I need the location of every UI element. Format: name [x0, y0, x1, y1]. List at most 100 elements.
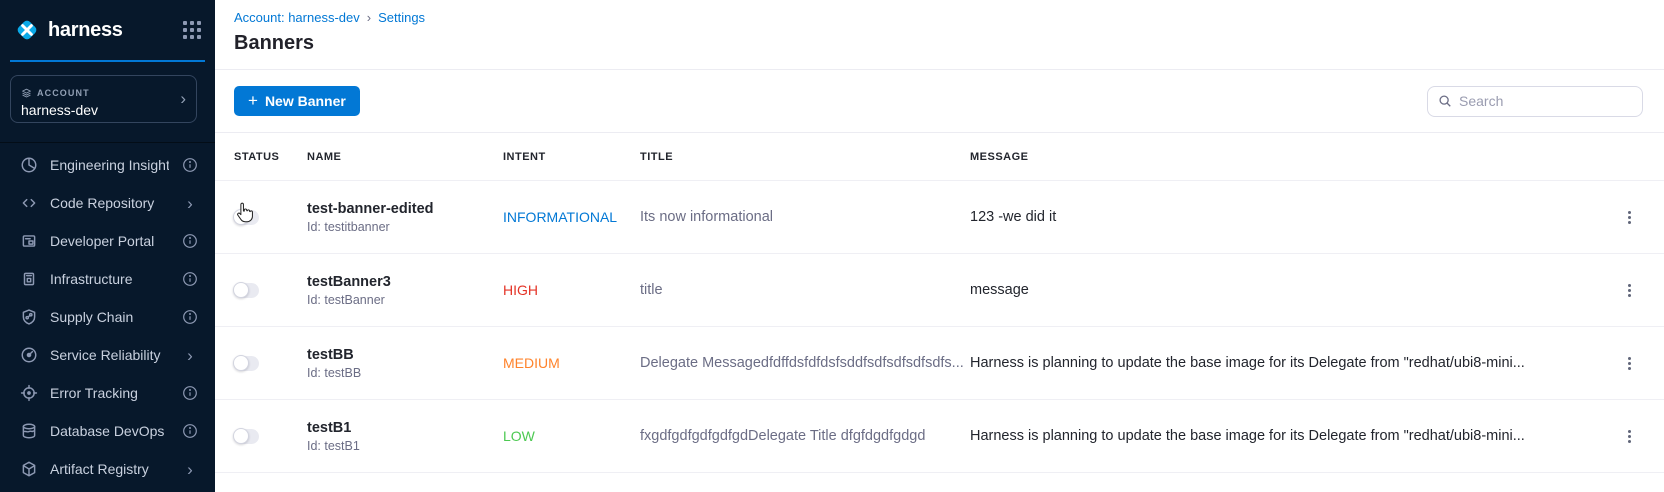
sidebar-item-service-reliability[interactable]: Service Reliability ›: [0, 336, 215, 374]
sidebar-item-label: Database DevOps: [50, 423, 169, 439]
sidebar-item-artifact-registry[interactable]: Artifact Registry ›: [0, 450, 215, 488]
search-box[interactable]: [1427, 86, 1643, 117]
chip-icon: [20, 270, 38, 288]
account-label: ACCOUNT: [37, 88, 90, 98]
banner-id: Id: testBanner: [307, 293, 503, 307]
table-row[interactable]: test-banner-edited Id: testitbanner INFO…: [215, 181, 1664, 254]
sidebar-item-label: Error Tracking: [50, 385, 169, 401]
package-icon: [20, 460, 38, 478]
database-icon: [20, 422, 38, 440]
page-header: Account: harness-dev › Settings Banners: [215, 0, 1664, 70]
chevron-right-icon: ›: [181, 346, 199, 364]
info-icon[interactable]: [181, 308, 199, 326]
sidebar-nav: Engineering Insights Code Repository › D…: [0, 143, 215, 488]
code-icon: [20, 194, 38, 212]
banner-id: Id: testBB: [307, 366, 503, 380]
sidebar-item-code-repository[interactable]: Code Repository ›: [0, 184, 215, 222]
crosshair-icon: [20, 384, 38, 402]
banner-message: Harness is planning to update the base i…: [970, 428, 1594, 444]
table-row[interactable]: testBB Id: testBB MEDIUM Delegate Messag…: [215, 327, 1664, 400]
breadcrumb-settings-link[interactable]: Settings: [378, 10, 425, 25]
banner-message: 123 -we did it: [970, 209, 1594, 225]
sidebar-item-error-tracking[interactable]: Error Tracking: [0, 374, 215, 412]
plus-icon: +: [248, 92, 258, 109]
banner-toggle[interactable]: [234, 429, 259, 444]
breadcrumb: Account: harness-dev › Settings: [234, 10, 1664, 25]
search-input[interactable]: [1459, 93, 1632, 109]
shield-icon: [20, 308, 38, 326]
sidebar: harness ACCOUNT harness-dev › Engineerin…: [0, 0, 215, 492]
sidebar-item-label: Engineering Insights: [50, 157, 169, 173]
sidebar-item-database-devops[interactable]: Database DevOps: [0, 412, 215, 450]
search-icon: [1438, 94, 1452, 108]
kebab-menu-icon[interactable]: [1622, 206, 1637, 229]
table-header: STATUS NAME INTENT TITLE MESSAGE: [215, 133, 1664, 181]
sidebar-item-infrastructure[interactable]: Infrastructure: [0, 260, 215, 298]
banner-title: fxgdfgdfgdfgdfgdDelegate Title dfgfdgdfg…: [640, 428, 970, 444]
intent-label: LOW: [503, 428, 640, 444]
info-icon[interactable]: [181, 270, 199, 288]
toggle-knob: [233, 355, 249, 371]
chevron-right-icon: ›: [181, 460, 199, 478]
banner-name: testBB: [307, 347, 503, 363]
banner-toggle[interactable]: [234, 283, 259, 298]
toggle-knob: [233, 428, 249, 444]
info-icon[interactable]: [181, 156, 199, 174]
kebab-menu-icon[interactable]: [1622, 352, 1637, 375]
account-name: harness-dev: [21, 102, 98, 118]
intent-label: MEDIUM: [503, 355, 640, 371]
gauge-icon: [20, 346, 38, 364]
new-banner-button[interactable]: + New Banner: [234, 86, 360, 116]
harness-logo[interactable]: harness: [13, 16, 123, 44]
header-accent-line: [10, 60, 205, 62]
sidebar-item-label: Service Reliability: [50, 347, 169, 363]
sidebar-item-label: Developer Portal: [50, 233, 169, 249]
app-grid-icon[interactable]: [183, 21, 201, 39]
kebab-menu-icon[interactable]: [1622, 279, 1637, 302]
info-icon[interactable]: [181, 232, 199, 250]
banner-toggle[interactable]: [234, 356, 259, 371]
banner-toggle[interactable]: [234, 210, 259, 225]
account-selector[interactable]: ACCOUNT harness-dev ›: [10, 75, 197, 123]
sidebar-item-label: Code Repository: [50, 195, 169, 211]
info-icon[interactable]: [181, 384, 199, 402]
toolbar: + New Banner: [215, 70, 1664, 133]
banner-id: Id: testB1: [307, 439, 503, 453]
layers-icon: [21, 88, 32, 99]
page-title: Banners: [234, 32, 1664, 55]
main-content: Account: harness-dev › Settings Banners …: [215, 0, 1664, 492]
sidebar-header: harness: [0, 0, 215, 60]
column-header-name: NAME: [307, 151, 503, 163]
toggle-knob: [233, 282, 249, 298]
column-header-status: STATUS: [234, 151, 307, 163]
column-header-message: MESSAGE: [970, 151, 1594, 163]
banners-table: STATUS NAME INTENT TITLE MESSAGE test-ba…: [215, 133, 1664, 492]
banner-message: Harness is planning to update the base i…: [970, 355, 1594, 371]
banner-name: test-banner-edited: [307, 201, 503, 217]
column-header-intent: INTENT: [503, 151, 640, 163]
toggle-knob: [233, 209, 249, 225]
chevron-right-icon: ›: [181, 194, 199, 212]
column-header-title: TITLE: [640, 151, 970, 163]
harness-logo-icon: [13, 16, 41, 44]
banner-name: testBanner3: [307, 274, 503, 290]
banner-title: Its now informational: [640, 209, 970, 225]
banner-title: title: [640, 282, 970, 298]
sidebar-item-developer-portal[interactable]: Developer Portal: [0, 222, 215, 260]
intent-label: INFORMATIONAL: [503, 209, 640, 225]
breadcrumb-account-link[interactable]: Account: harness-dev: [234, 10, 360, 25]
info-icon[interactable]: [181, 422, 199, 440]
banner-title: Delegate Messagedfdffdsfdfdsfsddfsdfsdfs…: [640, 355, 970, 371]
table-row[interactable]: testB1 Id: testB1 LOW fxgdfgdfgdfgdfgdDe…: [215, 400, 1664, 473]
pie-chart-icon: [20, 156, 38, 174]
banner-id: Id: testitbanner: [307, 220, 503, 234]
table-row[interactable]: testBanner3 Id: testBanner HIGH title me…: [215, 254, 1664, 327]
sidebar-item-label: Infrastructure: [50, 271, 169, 287]
sidebar-item-engineering-insights[interactable]: Engineering Insights: [0, 146, 215, 184]
banner-name: testB1: [307, 420, 503, 436]
logo-text: harness: [48, 19, 123, 42]
sidebar-item-label: Artifact Registry: [50, 461, 169, 477]
kebab-menu-icon[interactable]: [1622, 425, 1637, 448]
sidebar-item-supply-chain[interactable]: Supply Chain: [0, 298, 215, 336]
banner-message: message: [970, 282, 1594, 298]
